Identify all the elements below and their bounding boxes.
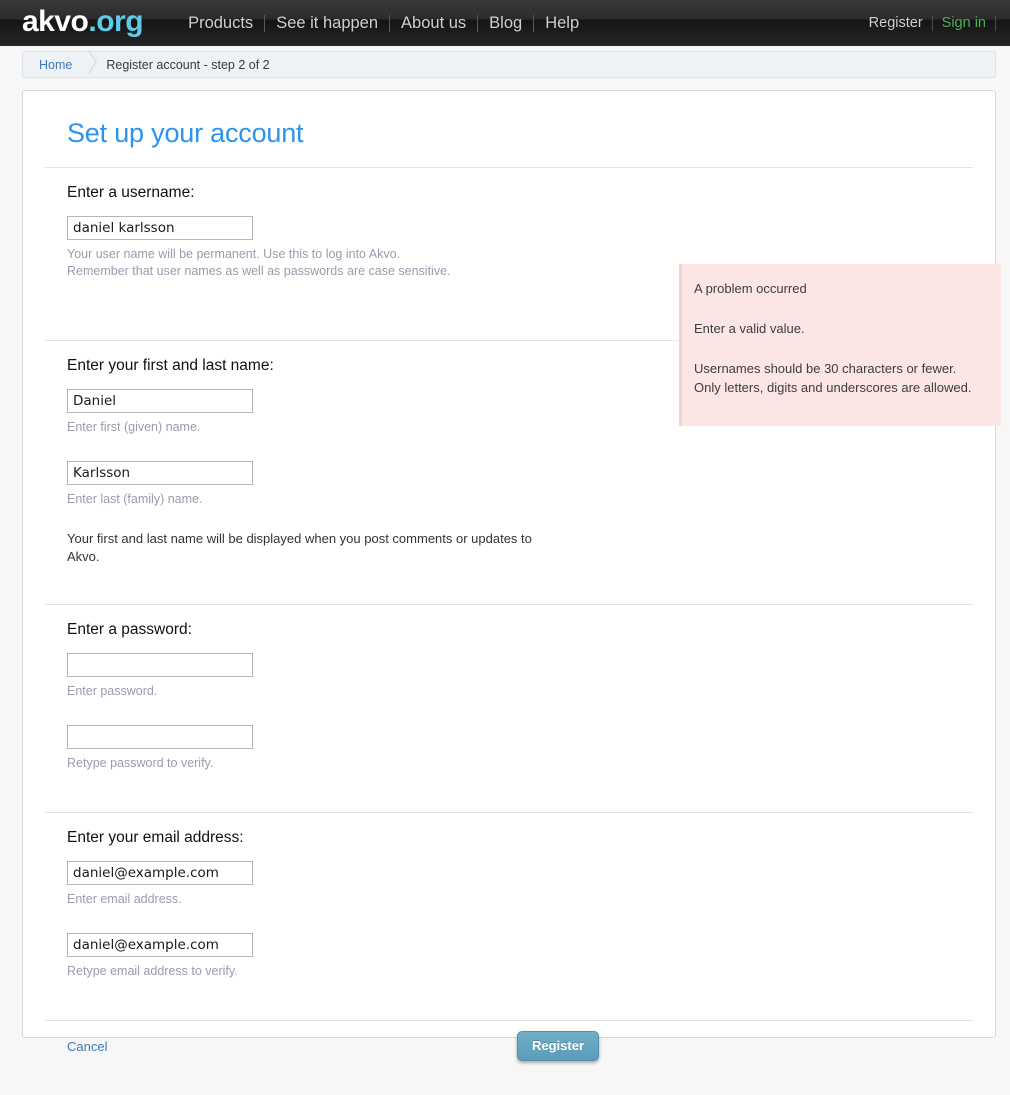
logo-text-suffix: .org bbox=[88, 5, 144, 38]
divider bbox=[45, 167, 973, 168]
name-section: Enter your first and last name: Enter fi… bbox=[45, 356, 973, 586]
last-name-help: Enter last (family) name. bbox=[67, 492, 203, 506]
nav-item-products[interactable]: Products bbox=[177, 14, 264, 32]
first-name-input[interactable] bbox=[67, 389, 253, 413]
username-help-line2: Remember that user names as well as pass… bbox=[67, 264, 451, 278]
nav-item-blog[interactable]: Blog bbox=[478, 14, 533, 32]
breadcrumb: Home Register account - step 2 of 2 bbox=[22, 51, 996, 78]
main-navigation: Products See it happen About us Blog Hel… bbox=[177, 14, 590, 32]
email-confirm-help: Retype email address to verify. bbox=[67, 964, 238, 978]
logo-text-primary: akvo bbox=[22, 5, 89, 38]
username-legend: Enter a username: bbox=[67, 184, 195, 201]
breadcrumb-current: Register account - step 2 of 2 bbox=[106, 57, 270, 72]
page-title: Set up your account bbox=[67, 118, 304, 148]
name-note: Your first and last name will be display… bbox=[67, 531, 532, 564]
register-link[interactable]: Register bbox=[860, 15, 932, 32]
sign-in-link[interactable]: Sign in bbox=[933, 15, 995, 32]
nav-item-help[interactable]: Help bbox=[534, 14, 590, 32]
password-help: Enter password. bbox=[67, 684, 158, 698]
first-name-help: Enter first (given) name. bbox=[67, 420, 201, 434]
email-help: Enter email address. bbox=[67, 892, 182, 906]
divider bbox=[45, 604, 973, 605]
password-confirm-help: Retype password to verify. bbox=[67, 756, 214, 770]
user-nav-separator bbox=[995, 15, 996, 31]
divider bbox=[45, 812, 973, 813]
user-navigation: Register Sign in bbox=[860, 0, 996, 46]
name-legend: Enter your first and last name: bbox=[67, 357, 274, 374]
site-logo[interactable]: akvo.org bbox=[22, 5, 144, 38]
password-section: Enter a password: Enter password. Retype… bbox=[45, 620, 973, 794]
email-section: Enter your email address: Enter email ad… bbox=[45, 828, 973, 1002]
nav-item-see-it-happen[interactable]: See it happen bbox=[265, 14, 389, 32]
chevron-right-icon bbox=[72, 52, 106, 77]
form-footer: Cancel Register bbox=[67, 1021, 973, 1095]
password-legend: Enter a password: bbox=[67, 621, 192, 638]
username-input[interactable] bbox=[67, 216, 253, 240]
email-input[interactable] bbox=[67, 861, 253, 885]
nav-item-about-us[interactable]: About us bbox=[390, 14, 477, 32]
site-header: akvo.org Products See it happen About us… bbox=[0, 0, 1010, 46]
email-legend: Enter your email address: bbox=[67, 829, 244, 846]
breadcrumb-home[interactable]: Home bbox=[23, 58, 72, 72]
password-input[interactable] bbox=[67, 653, 253, 677]
username-help: Your user name will be permanent. Use th… bbox=[67, 246, 973, 280]
password-confirm-input[interactable] bbox=[67, 725, 253, 749]
username-help-line1: Your user name will be permanent. Use th… bbox=[67, 247, 401, 261]
username-section: Enter a username: Your user name will be… bbox=[45, 183, 973, 322]
last-name-input[interactable] bbox=[67, 461, 253, 485]
account-setup-card: Set up your account A problem occurred E… bbox=[22, 90, 1001, 1061]
email-confirm-input[interactable] bbox=[67, 933, 253, 957]
register-button[interactable]: Register bbox=[517, 1031, 600, 1061]
